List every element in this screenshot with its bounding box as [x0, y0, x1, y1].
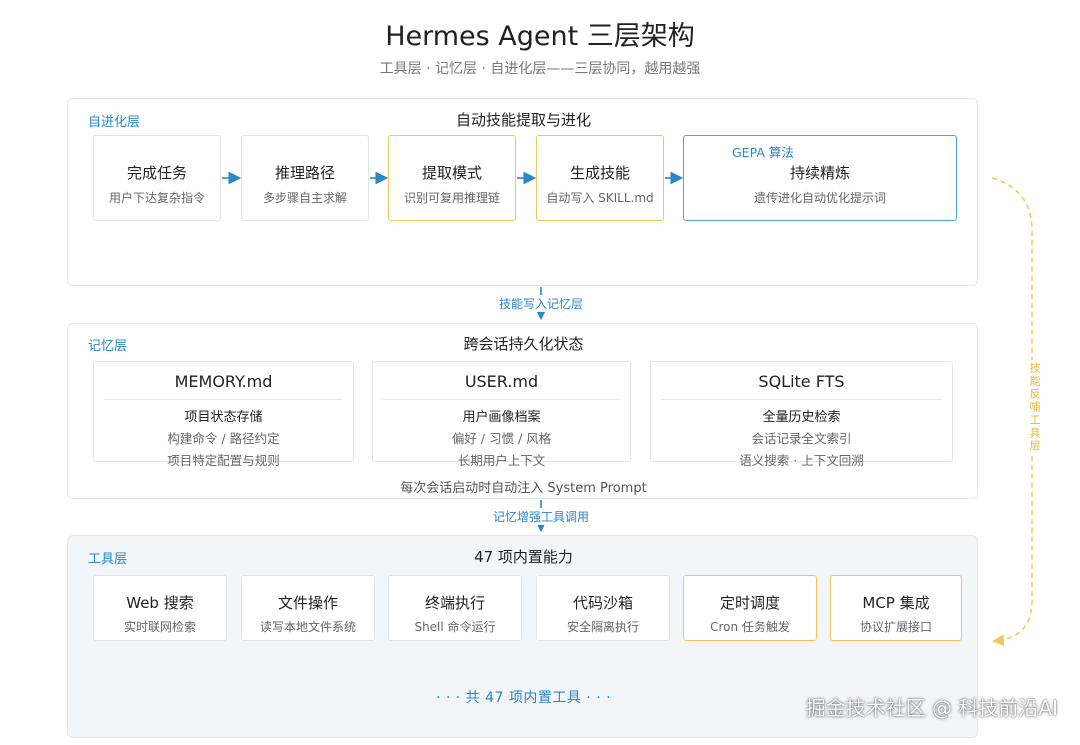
- flow-label-feedback: 技能反哺工具层: [1026, 360, 1042, 455]
- watermark: 掘金技术社区 @ 科技前沿AI: [805, 696, 1058, 720]
- flow-label-memory-to-tools: 记忆增强工具调用: [480, 508, 602, 525]
- connector-layer: [222, 171, 1033, 647]
- flow-label-skills-to-memory: 技能写入记忆层: [480, 295, 602, 312]
